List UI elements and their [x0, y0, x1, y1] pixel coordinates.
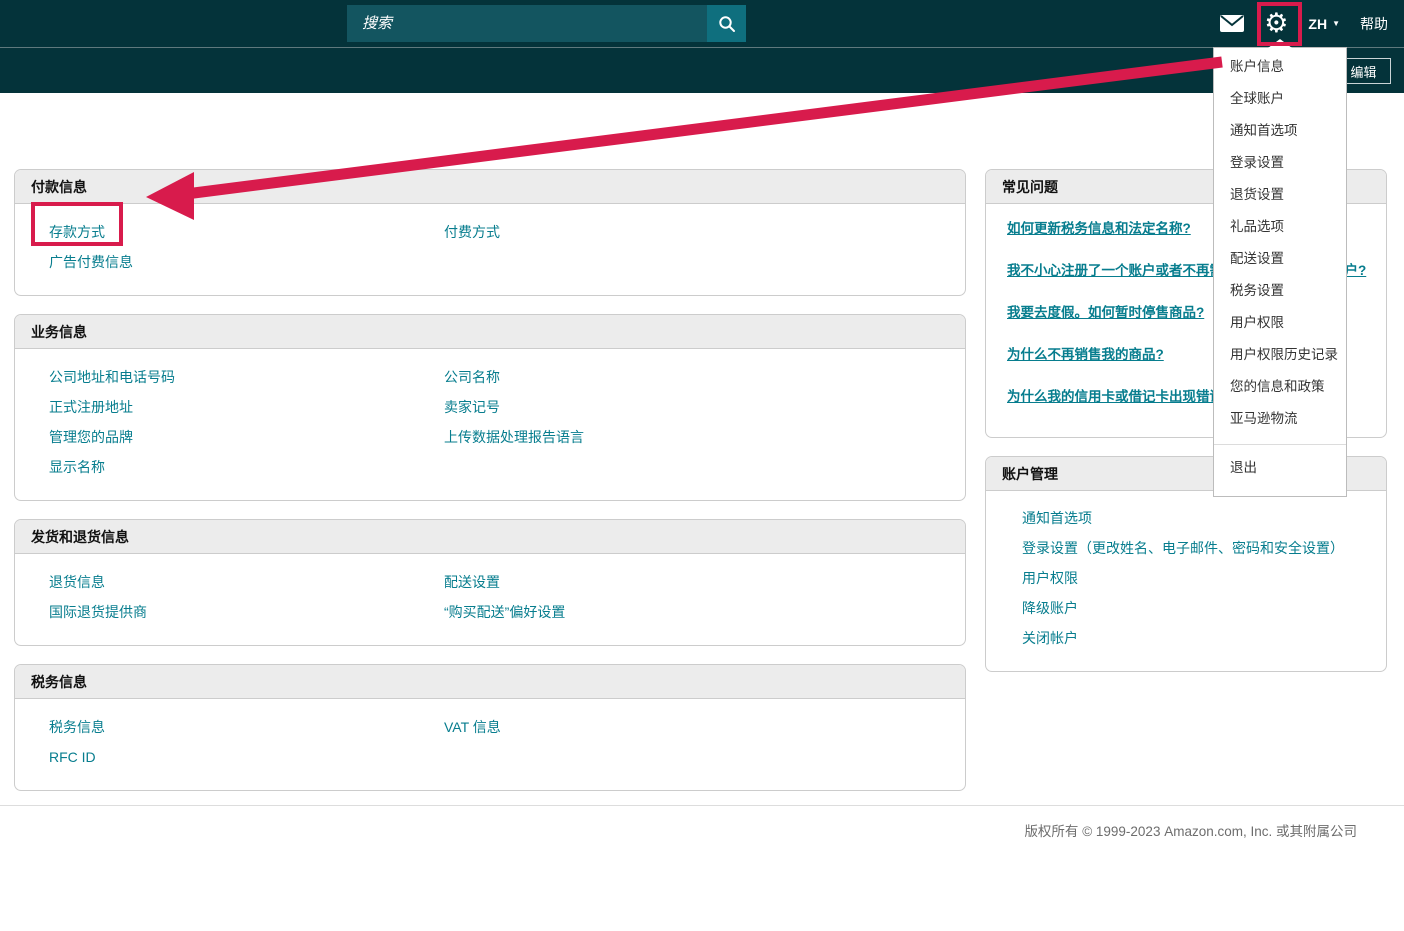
link-official-registered-address[interactable]: 正式注册地址 — [49, 392, 133, 422]
menu-item-gift-options[interactable]: 礼品选项 — [1214, 211, 1346, 243]
panel-title: 发货和退货信息 — [15, 520, 965, 554]
search-bar — [347, 5, 746, 42]
business-info-panel: 业务信息 公司地址和电话号码 正式注册地址 管理您的品牌 显示名称 公司名称 卖… — [14, 314, 966, 501]
link-charge-methods[interactable]: 付费方式 — [444, 217, 500, 247]
link-company-name[interactable]: 公司名称 — [444, 362, 500, 392]
settings-dropdown-menu: 账户信息 全球账户 通知首选项 登录设置 退货设置 礼品选项 配送设置 税务设置… — [1213, 47, 1347, 497]
chevron-down-icon: ▼ — [1332, 19, 1340, 28]
link-tax-information[interactable]: 税务信息 — [49, 712, 105, 742]
copyright-text: 版权所有 © 1999-2023 Amazon.com, Inc. 或其附属公司 — [0, 820, 1404, 840]
language-selector[interactable]: ZH ▼ — [1308, 16, 1340, 32]
footer: 版权所有 © 1999-2023 Amazon.com, Inc. 或其附属公司 — [0, 805, 1404, 840]
link-company-address-phone[interactable]: 公司地址和电话号码 — [49, 362, 175, 392]
panel-title: 付款信息 — [15, 170, 965, 204]
menu-item-user-permissions[interactable]: 用户权限 — [1214, 307, 1346, 339]
panel-title: 税务信息 — [15, 665, 965, 699]
menu-item-sign-out[interactable]: 退出 — [1214, 452, 1346, 484]
faq-link-update-tax-info[interactable]: 如何更新税务信息和法定名称? — [1007, 208, 1191, 250]
help-link[interactable]: 帮助 — [1360, 14, 1388, 34]
topbar-actions: ⚙ ZH ▼ 帮助 — [1220, 0, 1404, 47]
top-navigation-bar: ⚙ ZH ▼ 帮助 — [0, 0, 1404, 47]
language-label: ZH — [1308, 16, 1327, 32]
link-vat-information[interactable]: VAT 信息 — [444, 712, 501, 742]
menu-item-your-info-policies[interactable]: 您的信息和政策 — [1214, 371, 1346, 403]
menu-item-tax-settings[interactable]: 税务设置 — [1214, 275, 1346, 307]
panel-title: 业务信息 — [15, 315, 965, 349]
dropdown-caret — [1268, 39, 1292, 48]
menu-item-fulfillment-by-amazon[interactable]: 亚马逊物流 — [1214, 403, 1346, 435]
menu-item-login-settings[interactable]: 登录设置 — [1214, 147, 1346, 179]
faq-link-vacation[interactable]: 我要去度假。如何暂时停售商品? — [1007, 292, 1204, 334]
link-international-returns-providers[interactable]: 国际退货提供商 — [49, 597, 147, 627]
settings-gear-icon[interactable]: ⚙ — [1264, 10, 1288, 37]
menu-item-account-info[interactable]: 账户信息 — [1214, 51, 1346, 83]
link-buy-shipping-preferences[interactable]: “购买配送”偏好设置 — [444, 597, 565, 627]
menu-separator — [1214, 444, 1346, 445]
messages-icon[interactable] — [1220, 15, 1244, 32]
link-merchant-token[interactable]: 卖家记号 — [444, 392, 500, 422]
link-close-account[interactable]: 关闭帐户 — [1022, 623, 1078, 653]
menu-item-return-settings[interactable]: 退货设置 — [1214, 179, 1346, 211]
link-return-info[interactable]: 退货信息 — [49, 567, 105, 597]
link-downgrade-account[interactable]: 降级账户 — [1022, 593, 1078, 623]
link-notification-preferences[interactable]: 通知首选项 — [1022, 503, 1092, 533]
link-shipping-settings[interactable]: 配送设置 — [444, 567, 500, 597]
link-deposit-methods[interactable]: 存款方式 — [49, 217, 105, 247]
link-manage-your-brands[interactable]: 管理您的品牌 — [49, 422, 133, 452]
link-user-permissions[interactable]: 用户权限 — [1022, 563, 1078, 593]
faq-link-not-selling[interactable]: 为什么不再销售我的商品? — [1007, 334, 1164, 376]
link-feed-report-language[interactable]: 上传数据处理报告语言 — [444, 422, 584, 452]
menu-item-notification-preferences[interactable]: 通知首选项 — [1214, 115, 1346, 147]
menu-item-shipping-settings[interactable]: 配送设置 — [1214, 243, 1346, 275]
search-button[interactable] — [707, 5, 746, 42]
link-ad-payment-info[interactable]: 广告付费信息 — [49, 247, 133, 277]
shipping-returns-panel: 发货和退货信息 退货信息 国际退货提供商 配送设置 “购买配送”偏好设置 — [14, 519, 966, 646]
link-rfc-id[interactable]: RFC ID — [49, 742, 96, 772]
settings-left-column: 付款信息 存款方式 广告付费信息 付费方式 业务信息 公司地址和电话号码 正式注… — [14, 169, 966, 809]
menu-item-global-accounts[interactable]: 全球账户 — [1214, 83, 1346, 115]
search-input[interactable] — [347, 5, 707, 42]
secondary-bar — [0, 47, 1404, 93]
link-login-settings[interactable]: 登录设置（更改姓名、电子邮件、密码和安全设置） — [1022, 533, 1344, 563]
search-icon — [718, 15, 736, 33]
menu-item-user-permissions-history[interactable]: 用户权限历史记录 — [1214, 339, 1346, 371]
link-display-name[interactable]: 显示名称 — [49, 452, 105, 482]
payment-info-panel: 付款信息 存款方式 广告付费信息 付费方式 — [14, 169, 966, 296]
tax-info-panel: 税务信息 税务信息 RFC ID VAT 信息 — [14, 664, 966, 791]
